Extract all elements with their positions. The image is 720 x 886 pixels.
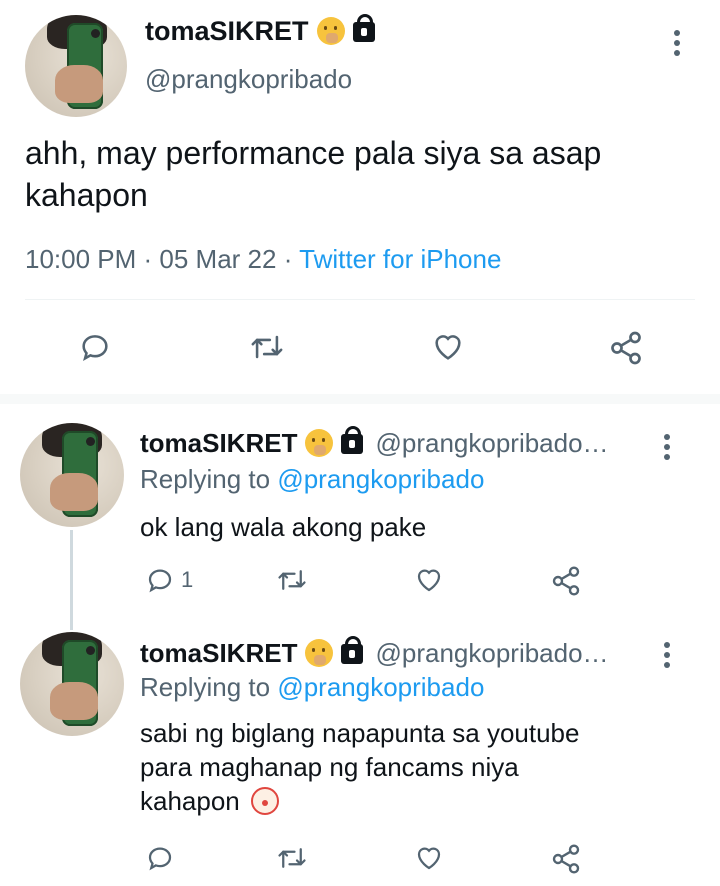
- retweet-icon: [278, 570, 306, 590]
- replying-to-handle[interactable]: @prangkopribado: [277, 464, 484, 494]
- reply-button[interactable]: [145, 843, 181, 873]
- like-button[interactable]: [413, 565, 445, 595]
- reply-button[interactable]: 1: [145, 565, 193, 595]
- more-options-icon[interactable]: [662, 642, 672, 672]
- retweet-icon: [251, 335, 283, 359]
- user-handle: @prangkopribado…: [375, 638, 609, 668]
- tweet-text-line: para maghanap ng fancams niya: [140, 752, 519, 782]
- retweet-button[interactable]: [275, 843, 309, 873]
- thread-line: [70, 530, 73, 630]
- tweet-source[interactable]: Twitter for iPhone: [299, 244, 501, 274]
- section-separator: [0, 394, 720, 404]
- replying-label: Replying to: [140, 672, 278, 702]
- lock-icon: [341, 636, 364, 664]
- like-icon: [417, 569, 441, 592]
- share-icon: [552, 844, 580, 874]
- lock-icon: [341, 426, 364, 454]
- like-button[interactable]: [413, 843, 445, 873]
- user-handle: @prangkopribado…: [375, 428, 609, 458]
- reply-icon: [148, 569, 172, 593]
- tweet-text-line: sabi ng biglang napapunta sa youtube: [140, 718, 580, 748]
- display-name[interactable]: tomaSIKRET @prangkopribado…: [140, 636, 609, 669]
- avatar[interactable]: [20, 632, 124, 736]
- shushing-face-emoji: [305, 639, 334, 667]
- replying-label: Replying to: [140, 464, 278, 494]
- display-name[interactable]: tomaSIKRET @prangkopribado…: [140, 426, 609, 459]
- share-button[interactable]: [550, 565, 582, 597]
- tweet-text: sabi ng biglang napapunta sa youtube par…: [140, 716, 700, 818]
- user-handle[interactable]: @prangkopribado: [145, 64, 352, 95]
- like-icon: [435, 335, 461, 360]
- lock-icon: [352, 14, 375, 42]
- tweet-date[interactable]: 05 Mar 22: [159, 244, 276, 274]
- tweet-text: ok lang wala akong pake: [140, 512, 427, 542]
- replying-to: Replying to @prangkopribado: [140, 464, 484, 495]
- share-icon: [611, 331, 641, 365]
- shushing-face-emoji: [305, 429, 334, 457]
- reply-count: 1: [181, 567, 194, 592]
- like-icon: [417, 847, 441, 870]
- display-name[interactable]: tomaSIKRET: [145, 14, 375, 47]
- replying-to: Replying to @prangkopribado: [140, 672, 484, 703]
- display-name-text: tomaSIKRET: [145, 16, 309, 46]
- more-options-icon[interactable]: [662, 434, 672, 464]
- reply-icon: [148, 847, 172, 871]
- more-options-icon[interactable]: [672, 30, 682, 60]
- shushing-face-emoji: [316, 17, 345, 45]
- display-name-text: tomaSIKRET: [140, 428, 298, 458]
- share-button[interactable]: [608, 330, 644, 366]
- retweet-button[interactable]: [248, 330, 286, 364]
- avatar[interactable]: [20, 423, 124, 527]
- retweet-button[interactable]: [275, 565, 309, 595]
- clown-face-emoji: [251, 787, 279, 815]
- reply-button[interactable]: [78, 330, 112, 364]
- divider: [25, 299, 695, 300]
- tweet-text-line: kahapon: [140, 786, 240, 816]
- reply-icon: [82, 335, 108, 361]
- display-name-text: tomaSIKRET: [140, 638, 298, 668]
- replying-to-handle[interactable]: @prangkopribado: [277, 672, 484, 702]
- tweet-meta: 10:00 PM · 05 Mar 22 · Twitter for iPhon…: [25, 244, 502, 274]
- avatar[interactable]: [25, 15, 127, 117]
- tweet-text: ahh, may performance pala siya sa asap k…: [25, 135, 602, 213]
- tweet-time[interactable]: 10:00 PM: [25, 244, 136, 274]
- share-icon: [552, 566, 580, 596]
- like-button[interactable]: [430, 330, 466, 364]
- retweet-icon: [278, 848, 306, 868]
- share-button[interactable]: [550, 843, 582, 875]
